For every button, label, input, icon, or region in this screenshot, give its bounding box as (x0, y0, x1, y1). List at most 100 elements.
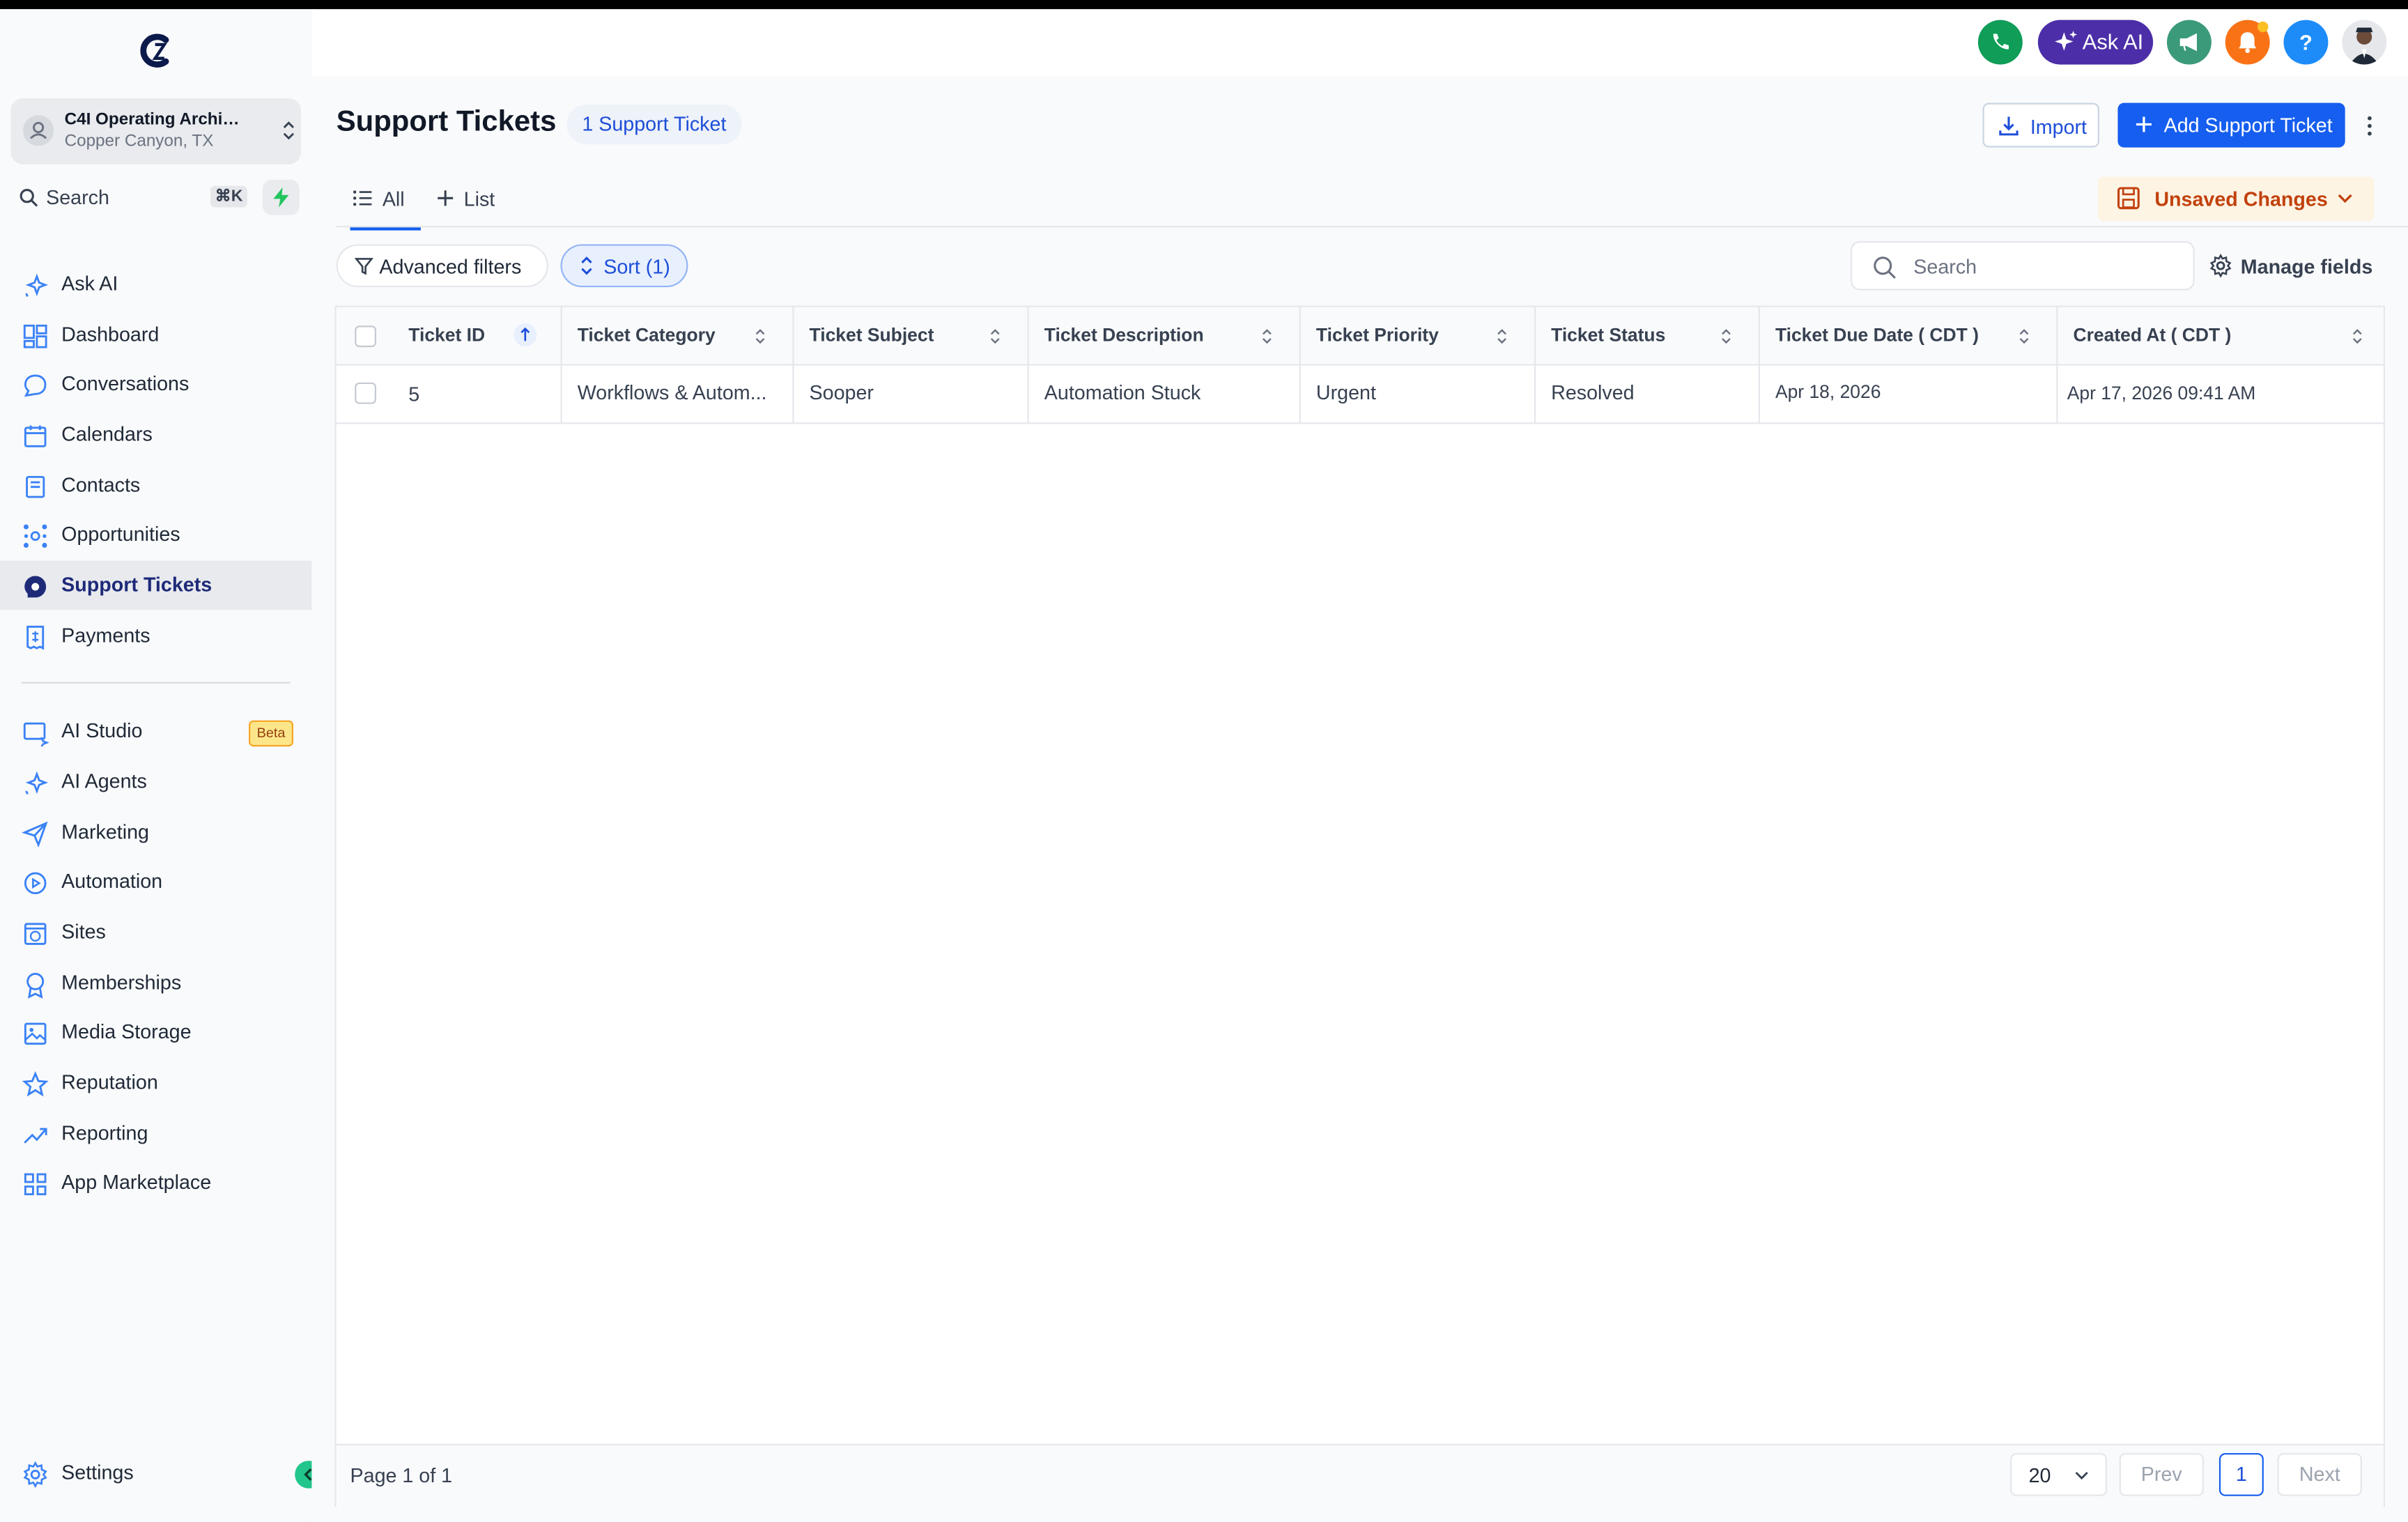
cell-ticket-category: Workflows & Autom... (577, 380, 767, 404)
chat-bubble-icon (24, 374, 47, 397)
sort-ascending-icon (514, 323, 537, 347)
nav-label: Reporting (61, 1121, 148, 1145)
import-label: Import (2030, 115, 2087, 139)
add-support-ticket-button[interactable]: Add Support Ticket (2117, 102, 2345, 148)
column-label: Ticket Priority (1315, 324, 1439, 346)
nav-item-reporting[interactable]: Reporting (0, 1109, 311, 1158)
nav-item-calendars[interactable]: Calendars (0, 410, 311, 459)
image-icon (24, 1022, 47, 1045)
table-search-input[interactable] (1910, 253, 2178, 280)
column-label: Ticket Due Date ( CDT ) (1775, 324, 1979, 346)
cell-created-at: Apr 17, 2026 09:41 AM (2067, 382, 2256, 404)
nav-item-conversations[interactable]: Conversations (0, 360, 311, 409)
nav-item-automation[interactable]: Automation (0, 857, 311, 907)
ask-ai-button[interactable]: Ask AI (2037, 20, 2154, 65)
column-header-ticket-id[interactable]: Ticket ID (392, 307, 560, 364)
question-icon: ? (2299, 31, 2313, 55)
page-title: Support Tickets (336, 106, 557, 139)
nav-item-ai-agents[interactable]: AI Agents (0, 758, 311, 807)
nav-label: Settings (61, 1461, 134, 1484)
nav-label: Reputation (61, 1070, 158, 1094)
nav-label: Support Tickets (61, 573, 213, 597)
column-header-ticket-due-date[interactable]: Ticket Due Date ( CDT ) (1759, 307, 2057, 364)
nav-item-ask-ai[interactable]: Ask AI (0, 259, 311, 309)
row-checkbox[interactable] (355, 382, 377, 404)
announcements-button[interactable] (2166, 20, 2212, 65)
page-1-button[interactable]: 1 (2218, 1453, 2264, 1496)
nav-item-reputation[interactable]: Reputation (0, 1059, 311, 1108)
sort-icon (755, 329, 765, 344)
sort-icon (990, 329, 1000, 344)
tickets-table: Ticket ID Ticket Category Ticket Subject… (334, 305, 2385, 1509)
paper-plane-icon (22, 821, 48, 848)
ticket-count-badge: 1 Support Ticket (566, 104, 742, 145)
search-icon (20, 189, 38, 207)
column-header-ticket-priority[interactable]: Ticket Priority (1299, 307, 1534, 364)
trend-up-icon (24, 1128, 47, 1144)
tab-all[interactable]: All (350, 184, 421, 231)
chevron-down-icon (2338, 194, 2352, 203)
svg-text:?: ? (2299, 31, 2313, 55)
nav-item-marketing[interactable]: Marketing (0, 808, 311, 857)
nav-item-opportunities[interactable]: Opportunities (0, 510, 311, 560)
sort-icon (1722, 329, 1731, 344)
grid-icon (24, 1173, 47, 1196)
import-button[interactable]: Import (1982, 102, 2100, 148)
user-avatar[interactable] (2342, 20, 2387, 65)
column-header-ticket-description[interactable]: Ticket Description (1028, 307, 1299, 364)
quick-actions-button[interactable] (262, 179, 300, 215)
prev-page-button[interactable]: Prev (2119, 1453, 2204, 1496)
tab-list-label: List (463, 187, 495, 210)
select-all-checkbox[interactable] (355, 325, 377, 348)
nav-label: Calendars (61, 422, 153, 446)
column-header-ticket-subject[interactable]: Ticket Subject (792, 307, 1027, 364)
cell-ticket-description: Automation Stuck (1044, 380, 1201, 404)
nav-label: AI Studio (61, 718, 143, 742)
filter-icon (355, 258, 373, 275)
cell-ticket-priority: Urgent (1315, 380, 1376, 404)
nav-item-app-marketplace[interactable]: App Marketplace (0, 1158, 311, 1208)
ai-studio-icon (23, 722, 49, 747)
next-page-button[interactable]: Next (2277, 1453, 2362, 1496)
phone-button[interactable] (1977, 20, 2023, 65)
column-header-ticket-category[interactable]: Ticket Category (560, 307, 792, 364)
nav-label: Dashboard (61, 322, 160, 346)
column-header-created-at[interactable]: Created At ( CDT ) (2056, 307, 2383, 364)
column-header-ticket-status[interactable]: Ticket Status (1534, 307, 1759, 364)
nav-item-media-storage[interactable]: Media Storage (0, 1008, 311, 1057)
sort-button[interactable]: Sort (1) (560, 244, 688, 288)
rows-per-page-select[interactable]: 20 (2010, 1453, 2108, 1496)
nav-item-settings[interactable]: Settings (0, 1448, 311, 1498)
nav-label: App Marketplace (61, 1170, 212, 1194)
table-row[interactable]: 5 Workflows & Autom... Sooper Automation… (336, 364, 2384, 424)
advanced-filters-button[interactable]: Advanced filters (336, 244, 548, 288)
globe-window-icon (24, 923, 47, 945)
dashboard-icon (23, 324, 47, 348)
sparkles-icon (2055, 31, 2078, 51)
more-vertical-icon[interactable] (2363, 112, 2376, 140)
sidebar-search[interactable]: Search ⌘K (10, 180, 252, 215)
nav-item-memberships[interactable]: Memberships (0, 958, 311, 1008)
tab-add-list[interactable]: List (436, 184, 510, 227)
sparkles-icon (25, 273, 49, 298)
nav-item-sites[interactable]: Sites (0, 908, 311, 958)
help-button[interactable]: ? (2283, 20, 2329, 65)
receipt-icon (26, 625, 45, 650)
unsaved-changes-dropdown[interactable]: Unsaved Changes (2097, 176, 2375, 222)
star-icon (22, 1070, 49, 1097)
nav-label: AI Agents (61, 769, 147, 793)
unsaved-changes-label: Unsaved Changes (2154, 187, 2328, 210)
sidebar-search-label: Search (46, 185, 109, 209)
search-shortcut: ⌘K (210, 185, 248, 208)
cell-ticket-id: 5 (408, 382, 420, 406)
table-search[interactable] (1850, 241, 2195, 291)
phone-icon (1993, 33, 2009, 49)
sort-icon (2019, 329, 2029, 344)
nav-item-dashboard[interactable]: Dashboard (0, 310, 311, 360)
manage-fields-label: Manage fields (2240, 254, 2373, 278)
nav-label: Opportunities (61, 522, 180, 546)
account-switcher[interactable]: C4I Operating Archit... Copper Canyon, T… (10, 98, 302, 164)
nav-item-payments[interactable]: Payments (0, 611, 311, 661)
nav-item-contacts[interactable]: Contacts (0, 461, 311, 510)
nav-item-support-tickets[interactable]: Support Tickets (0, 560, 312, 610)
